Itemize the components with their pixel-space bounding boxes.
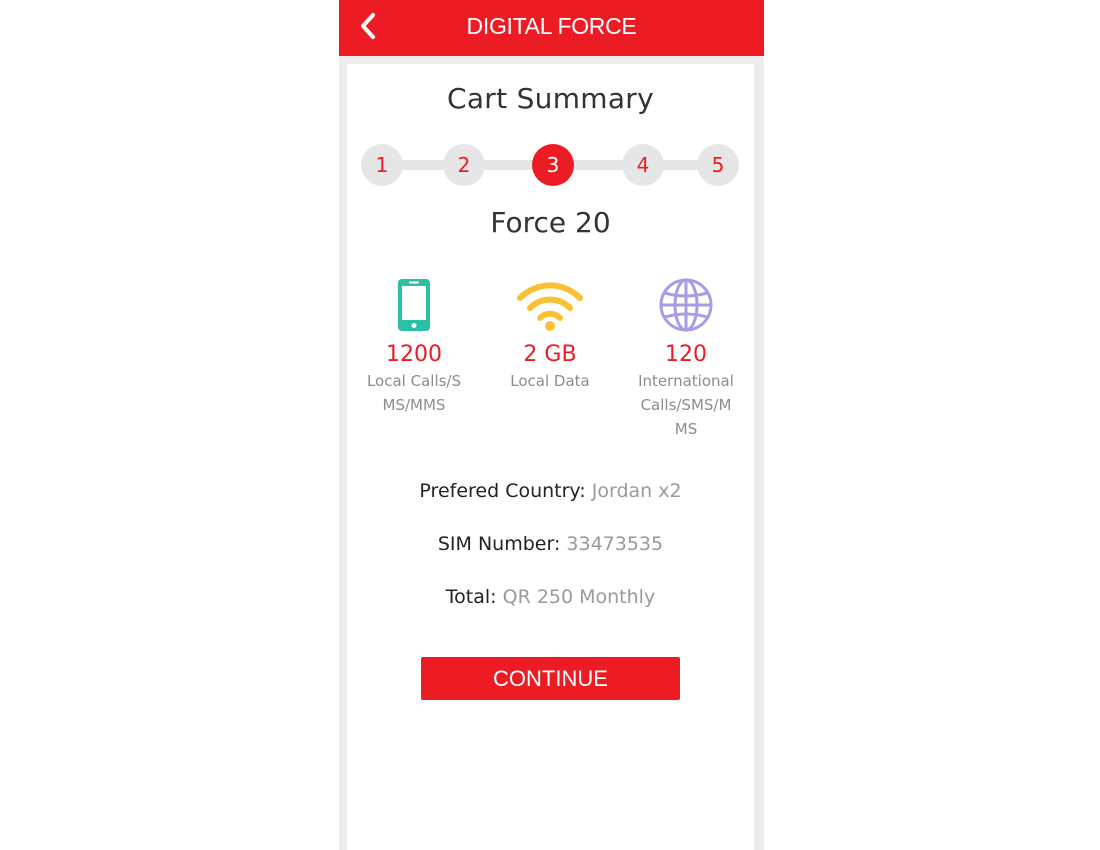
cart-summary-card: Cart Summary 1 2 3 4 5 Force 20 1200 Loc…: [347, 64, 754, 850]
total-value: QR 250 Monthly: [502, 586, 656, 608]
phone-screen: DIGITAL FORCE Cart Summary 1 2 3 4 5 For…: [339, 0, 764, 850]
feature-local-calls: 1200 Local Calls/SMS/MMS: [359, 274, 469, 417]
continue-button[interactable]: CONTINUE: [421, 657, 680, 700]
plan-name: Force 20: [490, 206, 611, 239]
smartphone-icon: [398, 279, 430, 331]
progress-stepper: 1 2 3 4 5: [361, 144, 741, 186]
page-title: Cart Summary: [446, 82, 654, 115]
international-calls-value: 120: [665, 342, 707, 367]
step-3-active[interactable]: 3: [532, 144, 574, 186]
header-title: DIGITAL FORCE: [466, 13, 637, 39]
sim-number-value: 33473535: [566, 533, 664, 555]
step-5[interactable]: 5: [697, 144, 739, 186]
globe-icon: [659, 278, 713, 332]
step-4[interactable]: 4: [622, 144, 664, 186]
preferred-country-value: Jordan x2: [591, 480, 682, 502]
sim-number-label: SIM Number:: [437, 533, 561, 555]
app-header: DIGITAL FORCE: [339, 0, 764, 56]
sim-number-row: SIM Number: 33473535: [347, 533, 754, 555]
wifi-icon: [517, 282, 583, 331]
local-calls-value: 1200: [386, 342, 442, 367]
feature-local-data: 2 GB Local Data: [495, 274, 605, 393]
local-calls-label: Local Calls/SMS/MMS: [366, 372, 462, 414]
total-row: Total: QR 250 Monthly: [347, 586, 754, 608]
local-data-value: 2 GB: [523, 342, 577, 367]
local-data-label: Local Data: [510, 372, 590, 390]
step-2[interactable]: 2: [443, 144, 485, 186]
step-1[interactable]: 1: [361, 144, 403, 186]
international-calls-label: International Calls/SMS/MMS: [638, 372, 734, 438]
feature-international-calls: 120 International Calls/SMS/MMS: [631, 274, 741, 441]
total-label: Total:: [445, 586, 497, 608]
preferred-country-label: Prefered Country:: [419, 480, 586, 502]
preferred-country-row: Prefered Country: Jordan x2: [347, 480, 754, 502]
